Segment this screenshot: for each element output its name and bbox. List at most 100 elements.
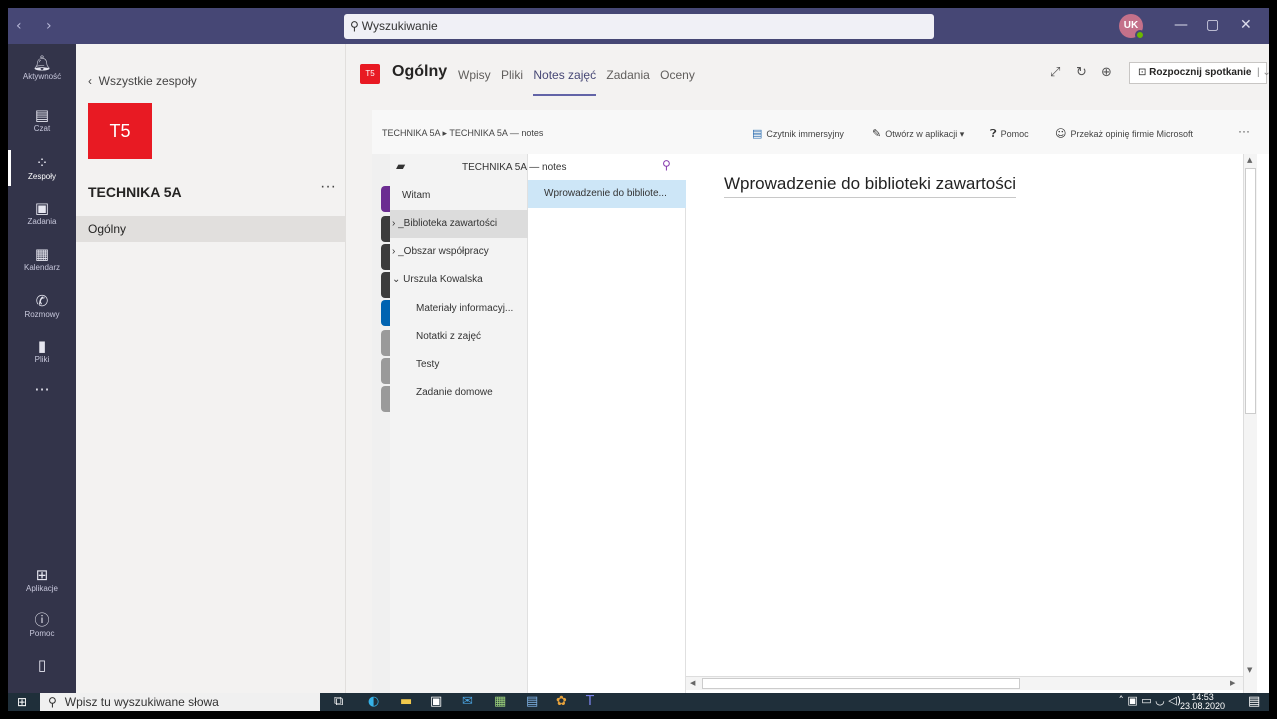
channel-team-avatar: T5 [360,64,380,84]
start-meeting-button[interactable]: ⊡ Rozpocznij spotkanie | ⌄ [1129,62,1269,84]
minimize-button[interactable]: — [1174,17,1188,33]
user-avatar[interactable]: UK [1119,14,1145,40]
scrollbar-thumb[interactable] [1245,168,1256,414]
section-item[interactable]: Materiały informacyj... [390,295,528,323]
notebook-strip [372,154,390,693]
scroll-right-icon[interactable]: ▶ [1230,679,1235,687]
section-item[interactable]: Zadanie domowe [390,379,528,407]
phone-icon: ✆ [35,292,49,310]
chevron-down-icon: | ⌄ [1251,67,1269,78]
app-rail: 🔔︎ Aktywność ▤ Czat ⁘ Zespoły ▣ Zadania … [8,44,76,693]
teams-icon: ⁘ [35,154,49,172]
search-icon: ⚲ [48,695,57,709]
section-item[interactable]: Notatki z zajęć [390,323,528,351]
scroll-down-icon[interactable]: ▼ [1247,666,1252,674]
channel-item-general[interactable]: Ogólny [76,216,346,242]
taskbar-clock[interactable]: 14:53 23.08.2020 [1180,693,1225,711]
section-item-selected[interactable]: › _Biblioteka zawartości [390,210,528,238]
section-color-tab [381,272,390,298]
onenote-frame: TECHNIKA 5A ▸ TECHNIKA 5A — notes ▤ Czytn… [372,110,1269,693]
search-placeholder: Wyszukiwanie [361,19,438,33]
teams-taskbar-icon[interactable]: T [586,694,594,709]
team-name: TECHNIKA 5A [88,184,182,200]
back-forward-buttons[interactable]: ‹ › [16,18,62,34]
tab-assignments[interactable]: Zadania [606,68,649,82]
immersive-reader-button[interactable]: ▤ Czytnik immersyjny [752,127,844,140]
store-icon[interactable]: ▣ [430,694,442,709]
search-icon[interactable]: ⚲ [662,158,671,172]
rail-item-help[interactable]: ⓘ Pomoc [8,611,76,638]
edge-browser-icon[interactable]: ◐ [368,694,379,709]
help-label: Pomoc [1000,129,1029,139]
team-more-options-button[interactable]: ··· [320,178,336,196]
rail-item-calendar[interactable]: ▦ Kalendarz [8,245,76,272]
rail-item-device[interactable]: ▯ [8,656,76,674]
section-color-tab [381,186,390,212]
rail-more-button[interactable]: ··· [8,380,76,399]
vertical-scrollbar[interactable]: ▲ ▼ [1243,154,1257,693]
page-item-selected[interactable]: Wprowadzenie do bibliote... [528,180,686,208]
section-item[interactable]: › _Obszar współpracy [390,238,528,266]
page-title[interactable]: Wprowadzenie do biblioteki zawartości [724,174,1016,198]
maximize-button[interactable]: ▢ [1206,17,1219,33]
clock-date: 23.08.2020 [1180,701,1226,711]
rail-item-files[interactable]: ▮ Pliki [8,337,76,364]
team-panel: ‹ Wszystkie zespoły T5 TECHNIKA 5A ··· O… [76,44,346,693]
horizontal-scrollbar[interactable]: ◀ ▶ [686,676,1243,690]
channel-tabs: Wpisy Pliki Notes zajęć Zadania Oceny [458,68,702,96]
section-item[interactable]: Witam [390,182,528,210]
document-app-icon[interactable]: ▤ [526,694,538,709]
scrollbar-thumb[interactable] [702,678,1020,689]
section-item[interactable]: Testy [390,351,528,379]
apps-icon: ⊞ [35,566,49,584]
section-group[interactable]: ⌄ Urszula Kowalska [390,266,528,294]
windows-start-icon[interactable]: ⊞ [17,695,27,709]
task-view-icon[interactable]: ⧉ [334,694,343,709]
mail-icon[interactable]: ✉ [462,694,473,709]
globe-icon[interactable]: ⊕ [1101,65,1112,80]
scroll-left-icon[interactable]: ◀ [690,679,695,687]
dropdown-arrow-icon: ▾ [957,129,965,139]
presence-available-icon [1135,30,1145,40]
section-color-tab [381,216,390,242]
tab-class-notebook[interactable]: Notes zajęć [533,68,596,96]
rail-item-assignments[interactable]: ▣ Zadania [8,199,76,226]
notifications-icon[interactable]: ▤ [1248,694,1260,709]
all-teams-link[interactable]: ‹ Wszystkie zespoły [88,74,197,88]
taskbar-search-input[interactable]: ⚲ Wpisz tu wyszukiwane słowa [40,693,320,711]
help-icon: ❓︎ [990,127,997,140]
tab-grades[interactable]: Oceny [660,68,695,82]
system-tray-icons[interactable]: ˄ ▣ ▭ ◡ ◁) [1118,694,1181,707]
expand-icon[interactable]: ⤢ [1050,65,1060,80]
paint-icon[interactable]: ✿ [556,694,567,709]
help-button[interactable]: ❓︎ Pomoc [990,127,1029,141]
rail-item-chat[interactable]: ▤ Czat [8,106,76,133]
close-button[interactable]: ✕ [1240,17,1252,33]
file-explorer-icon[interactable]: ▬ [400,694,412,709]
search-input[interactable]: ⚲ Wyszukiwanie [344,14,934,39]
windows-taskbar: ⊞ ⚲ Wpisz tu wyszukiwane słowa ⧉ ◐ ▬ ▣ ✉ … [8,693,1269,711]
tab-files[interactable]: Pliki [501,68,523,82]
channel-title: Ogólny [392,63,448,80]
immersive-reader-label: Czytnik immersyjny [766,129,844,139]
rail-label: Aktywność [22,72,62,81]
rail-label: Czat [33,124,51,133]
rail-item-calls[interactable]: ✆ Rozmowy [8,292,76,319]
breadcrumb[interactable]: TECHNIKA 5A ▸ TECHNIKA 5A — notes [382,128,543,139]
notebook-icon[interactable]: ▰ [396,159,405,173]
rail-item-apps[interactable]: ⊞ Aplikacje [8,566,76,593]
scroll-up-icon[interactable]: ▲ [1247,156,1252,164]
tab-posts[interactable]: Wpisy [458,68,491,82]
refresh-icon[interactable]: ↻ [1076,65,1087,80]
toolbar-more-button[interactable]: ··· [1238,124,1250,138]
open-in-app-button[interactable]: ✎ Otwórz w aplikacji ▾ [872,127,964,140]
assignments-icon: ▣ [34,199,50,217]
rail-item-activity[interactable]: 🔔︎ Aktywność [8,54,76,81]
smiley-icon: ☺ [1055,127,1067,140]
rail-item-teams[interactable]: ⁘ Zespoły [8,150,76,186]
avatar-initials: UK [1123,20,1139,31]
spreadsheet-app-icon[interactable]: ▦ [494,694,506,709]
start-meeting-label: Rozpocznij spotkanie [1149,67,1252,78]
feedback-button[interactable]: ☺ Przekaż opinię firmie Microsoft [1055,127,1193,140]
video-icon: ⊡ [1138,67,1150,78]
